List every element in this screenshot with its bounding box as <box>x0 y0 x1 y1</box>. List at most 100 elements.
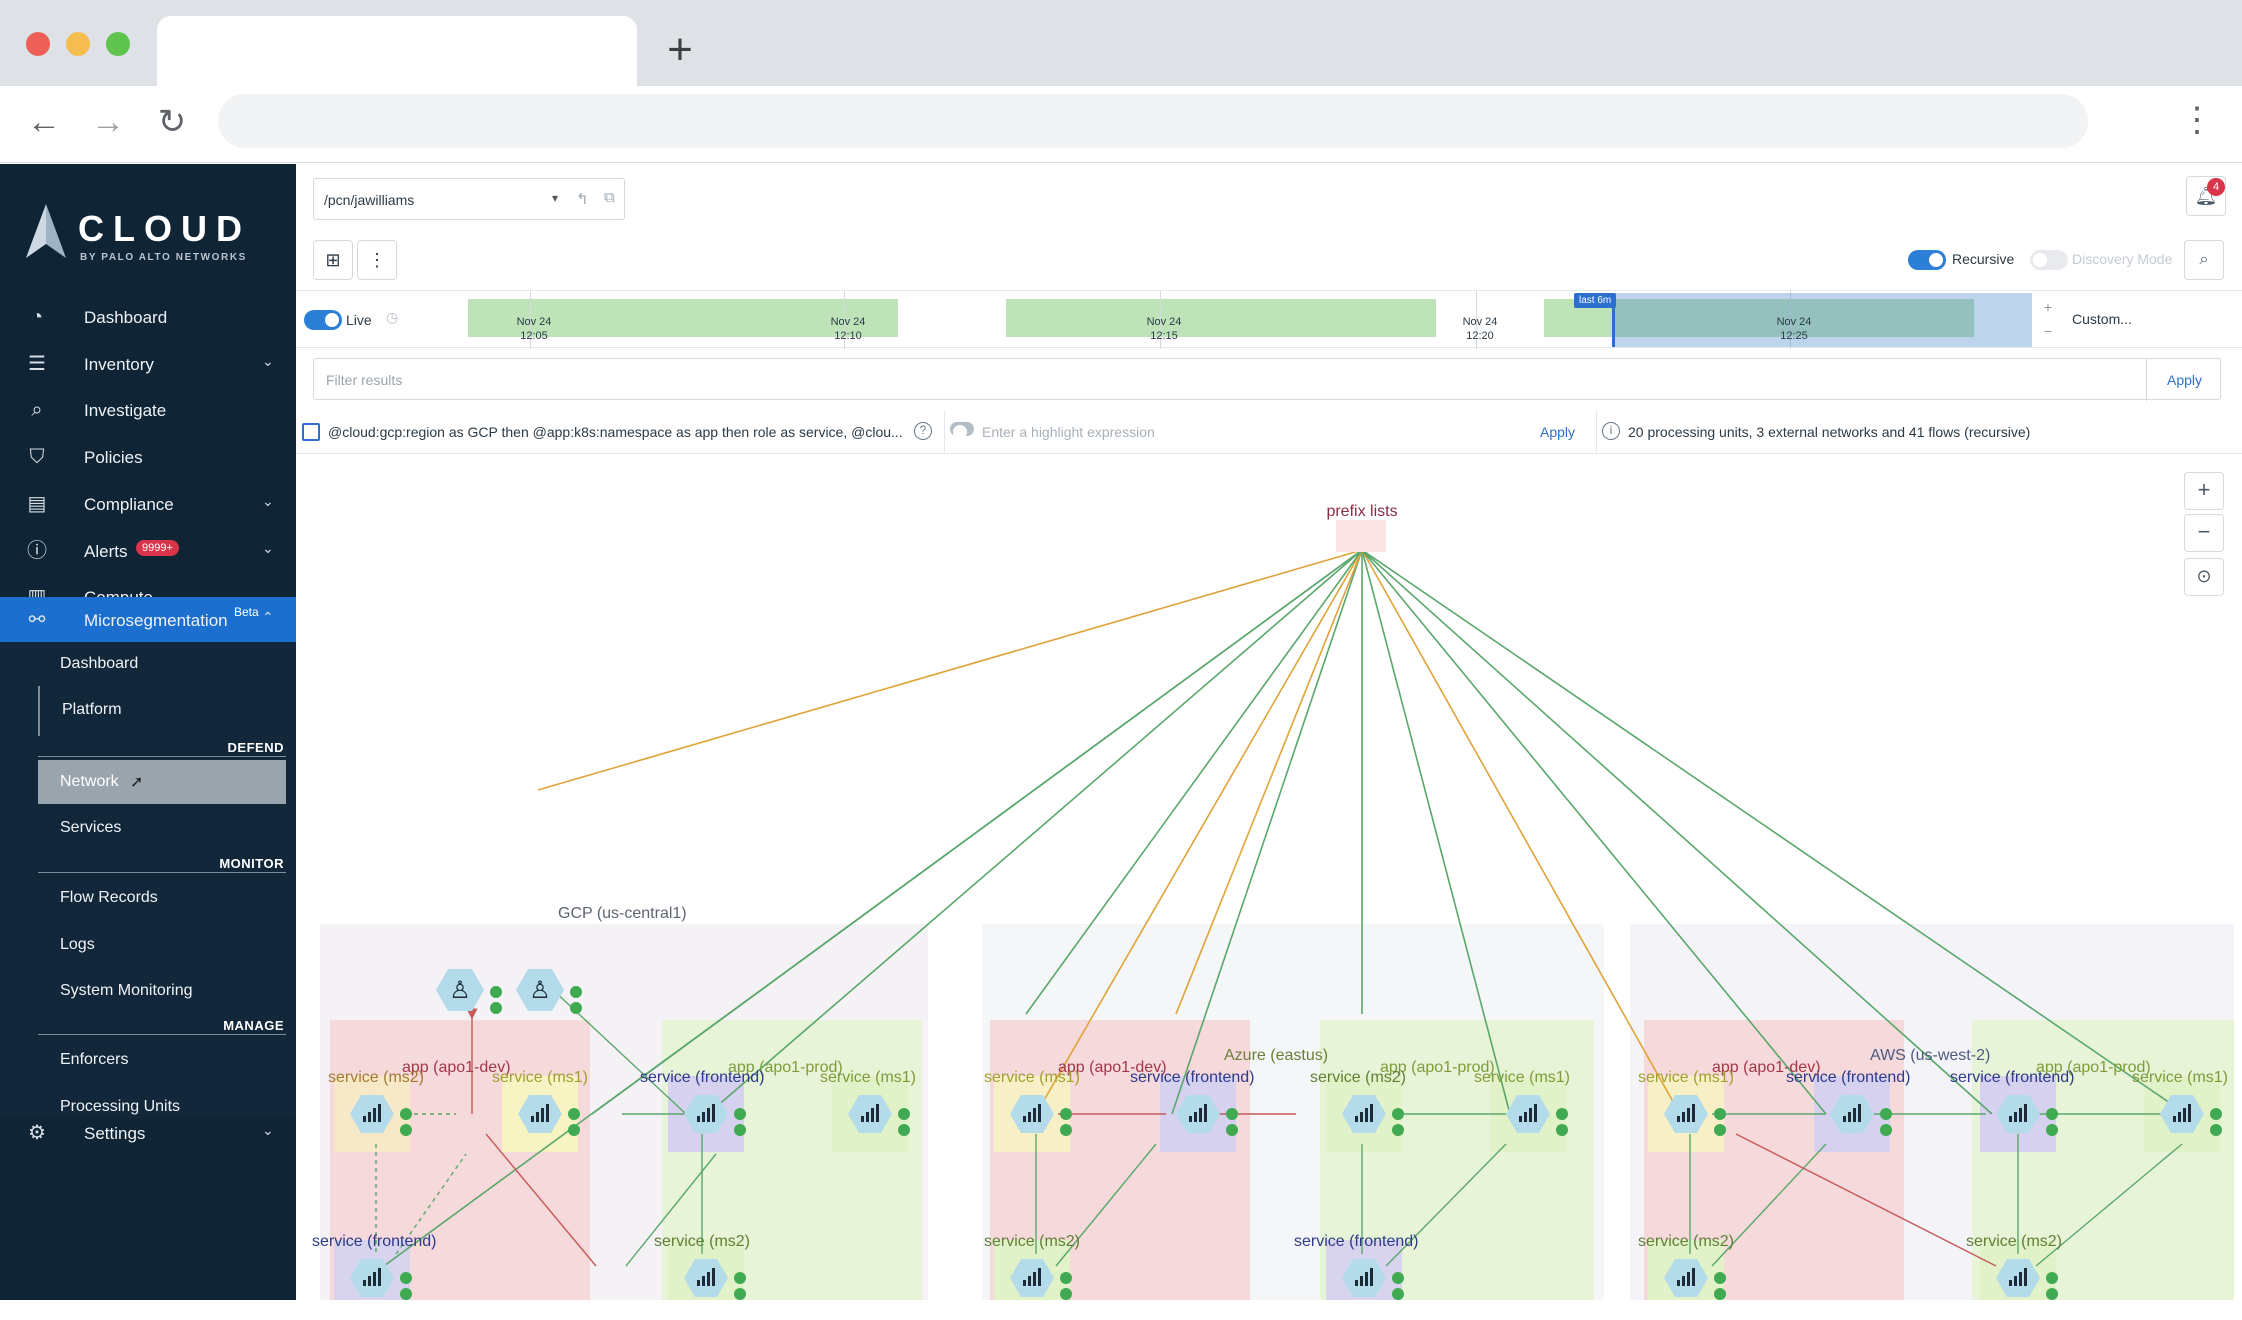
timeline[interactable]: Live ◷ last 6m Nov 24 12:05 Nov 24 12:10 N… <box>296 290 2242 349</box>
subnav-platform[interactable]: Platform <box>38 688 286 732</box>
chevron-down-icon: ⌄ <box>262 540 274 556</box>
expression-bar: @cloud:gcp:region as GCP then @app:k8s:n… <box>296 410 2242 454</box>
reload-icon[interactable]: ↻ <box>150 100 194 144</box>
discovery-mode-toggle[interactable] <box>2030 250 2068 270</box>
browser-tab[interactable] <box>157 16 637 86</box>
sidebar-item-inventory[interactable]: ☰ Inventory ⌄ <box>0 341 296 387</box>
sidebar-item-dashboard[interactable]: ◔ Dashboard <box>0 294 296 340</box>
subnav-services[interactable]: Services <box>38 806 286 850</box>
service-label: service (ms1) <box>492 1069 588 1086</box>
section-rule <box>38 756 286 757</box>
logo-icon <box>26 204 66 258</box>
timeline-zoom-controls[interactable]: + − <box>2036 295 2060 345</box>
service-label: service (ms1) <box>1638 1069 1734 1086</box>
browser-menu-icon[interactable]: ⋮ <box>2180 100 2214 144</box>
subnav-system-monitoring[interactable]: System Monitoring <box>38 969 286 1013</box>
brand-name: CLOUD <box>78 208 251 249</box>
recursive-label: Recursive <box>1952 251 2015 267</box>
filter-apply-button[interactable]: Apply <box>2146 359 2222 401</box>
new-tab-button[interactable]: + <box>660 22 700 78</box>
microsegmentation-subnav: Dashboard Platform DEFEND Network ➚ Serv… <box>0 642 296 1118</box>
highlight-toggle[interactable] <box>950 422 974 439</box>
chevron-down-icon: ⌄ <box>262 353 274 369</box>
cloud-label-aws: AWS (us-west-2) <box>1870 1047 1990 1064</box>
cloud-label-azure: Azure (eastus) <box>1224 1047 1328 1064</box>
alerts-count-badge: 9999+ <box>136 540 179 556</box>
help-icon[interactable]: ? <box>914 422 932 440</box>
beta-tag: Beta <box>234 605 259 619</box>
service-label: service (frontend) <box>1786 1069 1911 1086</box>
sidebar-item-policies[interactable]: ⛉ Policies <box>0 434 296 480</box>
more-options-icon[interactable]: ⋮ <box>357 240 397 280</box>
divider <box>944 410 945 454</box>
gear-icon: ⚙ <box>28 1122 46 1144</box>
service-label: service (frontend) <box>1950 1069 2075 1086</box>
network-icon: ⚯ <box>28 609 46 631</box>
brand-logo[interactable]: CLOUD BY PALO ALTO NETWORKS <box>22 204 272 274</box>
section-rule <box>38 1034 286 1035</box>
service-label: service (frontend) <box>312 1233 437 1250</box>
custom-range-select[interactable]: Custom... <box>2072 311 2132 327</box>
service-label: service (ms2) <box>1966 1233 2062 1250</box>
highlight-input[interactable]: Enter a highlight expression <box>982 424 1155 440</box>
divider <box>1596 410 1597 454</box>
subnav-logs[interactable]: Logs <box>38 923 286 967</box>
service-label: service (frontend) <box>640 1069 765 1086</box>
filter-input[interactable]: Filter results <box>326 372 402 388</box>
search-icon[interactable]: ⌕ <box>2184 240 2224 280</box>
sidebar-item-label: Investigate <box>84 401 167 420</box>
sidebar-item-microsegmentation[interactable]: ⚯ Microsegmentation Beta ⌃ <box>0 597 296 643</box>
sidebar-item-label: Alerts <box>84 542 128 561</box>
timeline-label: Nov 24 12:05 <box>516 316 552 342</box>
namespace-selector[interactable]: /pcn/jawilliams ▾ ↰ ⧉ <box>313 178 625 220</box>
undo-icon[interactable]: ↰ <box>576 190 589 208</box>
maximize-window-button[interactable] <box>106 32 130 56</box>
recursive-toggle[interactable] <box>1908 250 1946 270</box>
back-icon[interactable]: ← <box>22 100 66 144</box>
chevron-up-icon: ⌃ <box>262 609 274 625</box>
live-toggle[interactable] <box>304 310 342 330</box>
subnav-dashboard[interactable]: Dashboard <box>38 642 286 686</box>
subnav-enforcers[interactable]: Enforcers <box>38 1038 286 1082</box>
add-button[interactable]: ⊞ <box>313 240 353 280</box>
service-label: service (ms2) <box>328 1069 424 1086</box>
copy-icon[interactable]: ⧉ <box>604 189 615 206</box>
discovery-mode-label: Discovery Mode <box>2072 251 2173 267</box>
group-expression-icon[interactable] <box>302 423 320 441</box>
forward-icon[interactable]: → <box>86 100 130 144</box>
sidebar-item-settings[interactable] <box>0 1274 296 1320</box>
gauge-icon: ◔ <box>30 306 44 328</box>
search-icon: ⌕ <box>31 399 43 421</box>
document-icon: ▤ <box>27 493 47 515</box>
section-heading-manage: MANAGE <box>223 1018 284 1033</box>
sidebar-item-investigate[interactable]: ⌕ Investigate <box>0 387 296 433</box>
sidebar-item-compliance[interactable]: ▤ Compliance ⌄ <box>0 481 296 527</box>
timeline-label: Nov 24 12:25 <box>1776 316 1812 342</box>
sidebar-item-label: Dashboard <box>84 308 168 327</box>
prefix-lists-label: prefix lists <box>1326 503 1397 520</box>
minimize-window-button[interactable] <box>66 32 90 56</box>
network-graph[interactable]: ♙ prefix lists GCP (us-central1) Azure (… <box>296 454 2242 1300</box>
subnav-network[interactable]: Network ➚ <box>38 760 286 804</box>
service-label: service (frontend) <box>1130 1069 1255 1086</box>
highlight-apply-button[interactable]: Apply <box>1540 424 1575 440</box>
cloud-label-gcp: GCP (us-central1) <box>558 905 687 922</box>
timeline-segment <box>1006 299 1436 337</box>
caret-down-icon[interactable]: ▾ <box>552 191 558 205</box>
service-label: service (frontend) <box>1294 1233 1419 1250</box>
timeline-label: Nov 24 12:10 <box>830 316 866 342</box>
brand-subtitle: BY PALO ALTO NETWORKS <box>80 252 247 263</box>
sidebar-item-alerts[interactable]: ⓘ Alerts 9999+ ⌄ <box>0 528 296 574</box>
sidebar-item-settings-row[interactable]: ⚙ Settings ⌄ <box>0 1110 296 1156</box>
sidebar-item-label: Compliance <box>84 495 174 514</box>
section-heading-defend: DEFEND <box>227 740 284 755</box>
close-window-button[interactable] <box>26 32 50 56</box>
service-label: service (ms1) <box>820 1069 916 1086</box>
address-bar[interactable] <box>218 94 2088 148</box>
prefix-list-hub[interactable] <box>1336 520 1386 552</box>
service-label: service (ms1) <box>984 1069 1080 1086</box>
sidebar-item-label: Microsegmentation <box>84 611 228 630</box>
service-label: service (ms1) <box>2132 1069 2228 1086</box>
subnav-flow-records[interactable]: Flow Records <box>38 876 286 920</box>
group-expression[interactable]: @cloud:gcp:region as GCP then @app:k8s:n… <box>328 424 903 440</box>
